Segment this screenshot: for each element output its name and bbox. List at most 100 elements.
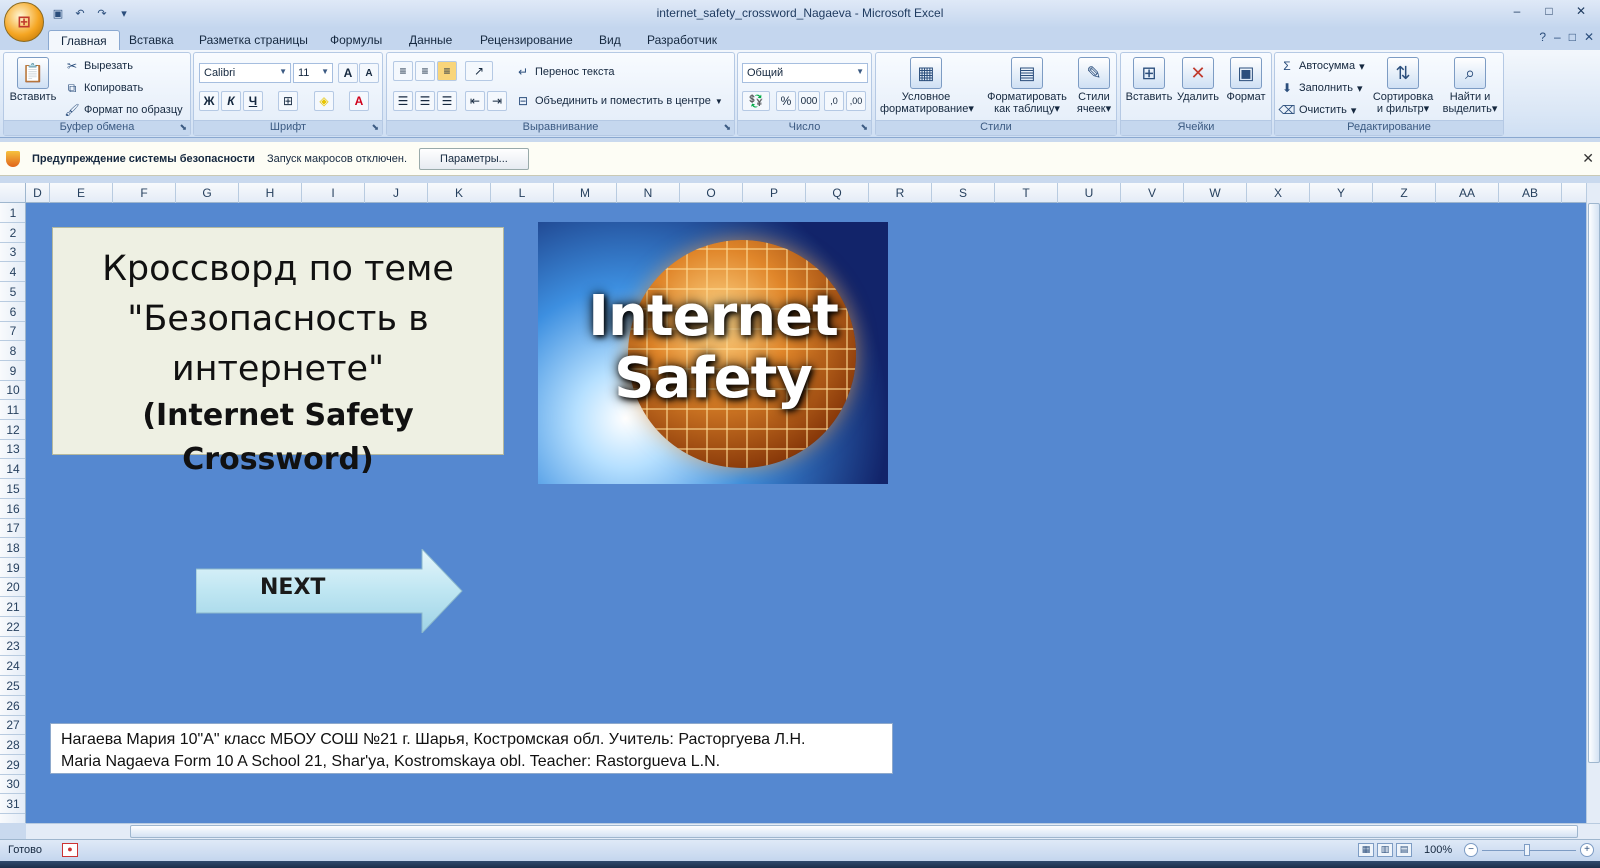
column-header-e[interactable]: E [50, 183, 113, 203]
row-header-16[interactable]: 16 [0, 499, 25, 519]
sort-filter-button[interactable]: ⇅ Сортировка и фильтр▾ [1371, 57, 1435, 115]
page-layout-view-icon[interactable]: ▥ [1377, 843, 1393, 857]
borders-icon[interactable]: ⊞ [278, 91, 298, 111]
column-header-i[interactable]: I [302, 183, 365, 203]
fill-button[interactable]: ⬇ Заполнить ▾ [1279, 80, 1363, 96]
dialog-launcher-icon[interactable]: ⬊ [860, 122, 868, 133]
row-header-21[interactable]: 21 [0, 597, 25, 617]
fill-color-icon[interactable]: ◈ [314, 91, 334, 111]
column-header-aa[interactable]: AA [1436, 183, 1499, 203]
row-header-20[interactable]: 20 [0, 577, 25, 598]
percent-button[interactable]: % [776, 91, 796, 111]
column-header-s[interactable]: S [932, 183, 995, 203]
dialog-launcher-icon[interactable]: ⬊ [723, 122, 731, 133]
find-select-button[interactable]: ⌕ Найти и выделить▾ [1439, 57, 1501, 115]
column-header-f[interactable]: F [113, 183, 176, 203]
bold-button[interactable]: Ж [199, 91, 219, 111]
column-header-h[interactable]: H [239, 183, 302, 203]
zoom-in-icon[interactable]: + [1580, 843, 1594, 857]
vertical-scroll-thumb[interactable] [1588, 203, 1600, 763]
row-header-8[interactable]: 8 [0, 341, 25, 361]
paste-button[interactable]: 📋 Вставить [8, 57, 58, 103]
format-as-table-button[interactable]: ▤ Форматировать как таблицу▾ [980, 57, 1074, 115]
column-header-j[interactable]: J [365, 183, 428, 203]
row-header-25[interactable]: 25 [0, 676, 25, 696]
normal-view-icon[interactable]: ▦ [1358, 843, 1374, 857]
zoom-slider-handle[interactable] [1524, 844, 1530, 856]
page-break-view-icon[interactable]: ▤ [1396, 843, 1412, 857]
row-header-12[interactable]: 12 [0, 420, 25, 440]
dialog-launcher-icon[interactable]: ⬊ [179, 122, 187, 133]
tab-home[interactable]: Главная [48, 30, 120, 50]
column-header-ab[interactable]: AB [1499, 183, 1562, 203]
row-header-27[interactable]: 27 [0, 715, 25, 736]
worksheet[interactable]: Кроссворд по теме "Безопасность в интерн… [26, 203, 1586, 823]
row-header-23[interactable]: 23 [0, 636, 25, 657]
row-header-5[interactable]: 5 [0, 282, 25, 302]
horizontal-scrollbar[interactable] [26, 823, 1600, 839]
column-header-d[interactable]: D [26, 183, 50, 203]
tab-view[interactable]: Вид [587, 30, 633, 50]
column-header-v[interactable]: V [1121, 183, 1184, 203]
row-header-4[interactable]: 4 [0, 262, 25, 283]
column-header-z[interactable]: Z [1373, 183, 1436, 203]
dialog-launcher-icon[interactable]: ⬊ [371, 122, 379, 133]
merge-center-button[interactable]: ⊟ Объединить и поместить в центре ▼ [515, 93, 723, 109]
row-header-22[interactable]: 22 [0, 617, 25, 637]
tab-developer[interactable]: Разработчик [635, 30, 729, 50]
autosum-button[interactable]: Σ Автосумма ▾ [1279, 58, 1364, 74]
row-header-3[interactable]: 3 [0, 242, 25, 263]
column-header-g[interactable]: G [176, 183, 239, 203]
tab-data[interactable]: Данные [397, 30, 464, 50]
tab-insert[interactable]: Вставка [117, 30, 186, 50]
column-header-q[interactable]: Q [806, 183, 869, 203]
align-top-icon[interactable]: ≡ [393, 61, 413, 81]
office-button[interactable]: ⊞ [4, 2, 44, 42]
increase-decimal-button[interactable]: ,0 [824, 91, 844, 111]
grow-font-button[interactable]: A [338, 63, 358, 83]
row-header-9[interactable]: 9 [0, 361, 25, 381]
wrap-text-button[interactable]: ↵ Перенос текста [515, 64, 615, 80]
thousands-button[interactable]: 000 [798, 91, 820, 111]
macro-record-icon[interactable]: ● [62, 843, 78, 857]
format-cells-button[interactable]: ▣ Формат [1223, 57, 1269, 103]
row-header-18[interactable]: 18 [0, 538, 25, 558]
column-header-w[interactable]: W [1184, 183, 1247, 203]
row-header-30[interactable]: 30 [0, 774, 25, 795]
row-header-24[interactable]: 24 [0, 656, 25, 677]
column-header-y[interactable]: Y [1310, 183, 1373, 203]
column-header-u[interactable]: U [1058, 183, 1121, 203]
help-icon[interactable]: ? [1539, 30, 1546, 44]
row-header-29[interactable]: 29 [0, 755, 25, 775]
align-left-icon[interactable]: ☰ [393, 91, 413, 111]
increase-indent-icon[interactable]: ⇥ [487, 91, 507, 111]
font-size-combo[interactable]: 11 ▼ [293, 63, 333, 83]
column-header-n[interactable]: N [617, 183, 680, 203]
orientation-icon[interactable]: ↗ [465, 61, 493, 81]
tab-formulas[interactable]: Формулы [318, 30, 394, 50]
column-header-m[interactable]: M [554, 183, 617, 203]
copy-button[interactable]: ⧉ Копировать [64, 80, 144, 96]
delete-cells-button[interactable]: ✕ Удалить [1175, 57, 1221, 103]
row-header-28[interactable]: 28 [0, 735, 25, 755]
minimize-button[interactable]: – [1502, 2, 1532, 20]
row-header-7[interactable]: 7 [0, 321, 25, 342]
cell-styles-button[interactable]: ✎ Стили ячеек▾ [1072, 57, 1116, 115]
vertical-scrollbar[interactable] [1586, 183, 1600, 823]
options-button[interactable]: Параметры... [419, 147, 529, 170]
font-color-button[interactable]: A [349, 91, 369, 111]
ribbon-close-icon[interactable]: ✕ [1584, 30, 1594, 44]
column-header-l[interactable]: L [491, 183, 554, 203]
align-middle-icon[interactable]: ≡ [415, 61, 435, 81]
currency-icon[interactable]: 💱 [742, 91, 770, 111]
row-header-15[interactable]: 15 [0, 479, 25, 499]
zoom-level[interactable]: 100% [1424, 844, 1452, 856]
close-button[interactable]: ✕ [1566, 2, 1596, 20]
ribbon-minimize-icon[interactable]: – [1554, 30, 1561, 44]
select-all-corner[interactable] [0, 183, 26, 203]
tab-page-layout[interactable]: Разметка страницы [187, 30, 320, 50]
number-format-combo[interactable]: Общий ▼ [742, 63, 868, 83]
decrease-decimal-button[interactable]: ,00 [846, 91, 866, 111]
decrease-indent-icon[interactable]: ⇤ [465, 91, 485, 111]
row-header-2[interactable]: 2 [0, 223, 25, 243]
